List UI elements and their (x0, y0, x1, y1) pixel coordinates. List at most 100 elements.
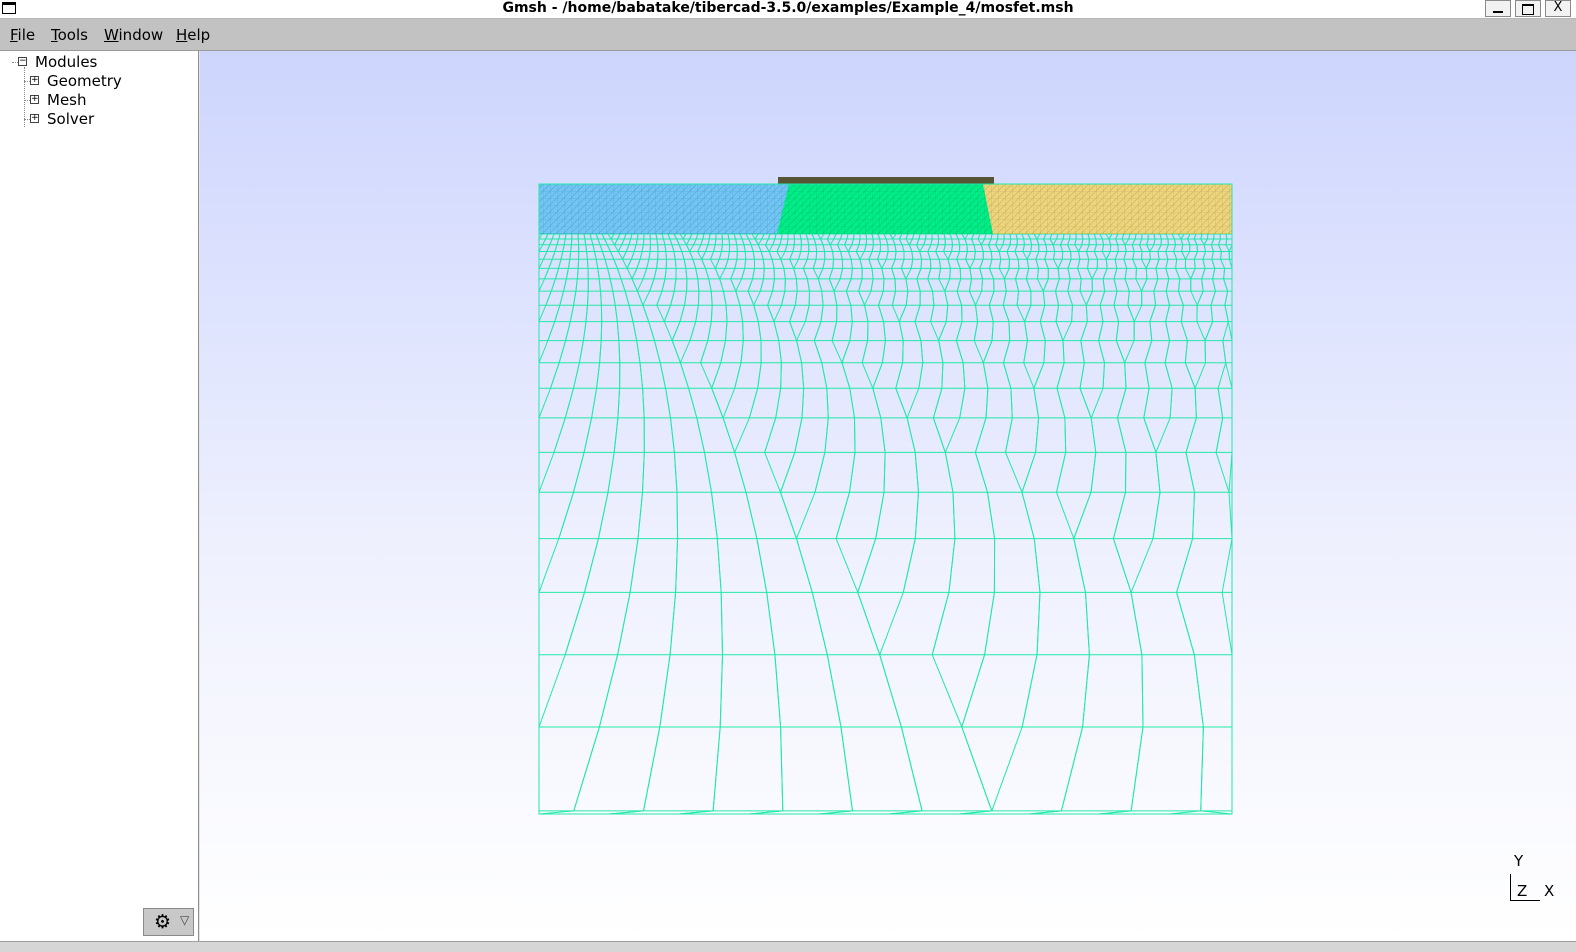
mesh-edge (928, 245, 931, 252)
mesh-edge (1044, 234, 1047, 239)
mesh-edge (952, 239, 953, 245)
mesh-edge (915, 305, 920, 321)
mesh-edge (965, 239, 967, 245)
tree-item-label: Mesh (47, 91, 87, 109)
minimize-button[interactable] (1485, 0, 1511, 17)
collapse-icon[interactable]: − (18, 57, 27, 66)
mesh-edge (764, 268, 765, 279)
mesh-edge (813, 259, 816, 268)
mesh-edge (1197, 322, 1205, 341)
menu-help[interactable]: Help (176, 26, 210, 44)
mesh-edge (945, 291, 948, 305)
options-menu-button[interactable]: ⚙ ▽ (143, 908, 194, 936)
mesh-edge (761, 252, 763, 260)
mesh-edge (1174, 252, 1177, 260)
mesh-edge (1212, 259, 1215, 268)
mesh-edge (812, 592, 827, 654)
mesh-edge (906, 234, 908, 239)
mesh-edge (790, 322, 797, 341)
mesh-edge (832, 322, 837, 341)
mesh-edge (862, 363, 873, 389)
mesh-edge (596, 259, 598, 268)
mesh-edge (1016, 279, 1019, 291)
mesh-edge (696, 234, 698, 239)
mesh-edge (1056, 291, 1059, 305)
mesh-edge (865, 291, 871, 305)
menu-file[interactable]: File (10, 26, 35, 44)
expand-icon[interactable]: + (30, 76, 39, 85)
mesh-edge (668, 234, 670, 239)
mesh-edge (1226, 363, 1232, 389)
mesh-edge (932, 655, 962, 727)
mesh-edge (1010, 239, 1011, 245)
mesh-edge (1132, 245, 1134, 252)
menu-tools[interactable]: Tools (51, 26, 88, 44)
mesh-edge (872, 268, 873, 279)
gate-oxide (778, 177, 994, 184)
mesh-edge (879, 305, 884, 321)
minimize-icon (1493, 11, 1503, 13)
mesh-edge (892, 291, 895, 305)
mesh-edge (1017, 305, 1025, 321)
mesh-edge (1223, 322, 1228, 341)
mesh-edge (1144, 418, 1156, 453)
expand-icon[interactable]: + (30, 114, 39, 123)
mesh-edge (848, 245, 851, 252)
mesh-edge (1154, 239, 1155, 245)
mesh-edge (1118, 388, 1127, 418)
mesh-edge (992, 322, 993, 341)
mesh-edge (806, 234, 808, 239)
mesh-edge (588, 291, 589, 305)
mesh-edge (539, 279, 545, 291)
mesh-edge (1223, 341, 1226, 363)
mesh-canvas[interactable] (200, 51, 1576, 941)
mesh-edge (1166, 291, 1169, 305)
mesh-edge (564, 279, 567, 291)
mesh-edge (1202, 268, 1205, 279)
menu-window[interactable]: Window (104, 26, 163, 44)
mesh-edge (751, 245, 753, 252)
mesh-edge (760, 279, 763, 291)
mesh-edge (717, 539, 721, 593)
maximize-button[interactable] (1515, 0, 1541, 17)
mesh-edge (1087, 245, 1090, 252)
mesh-edge (608, 452, 614, 492)
mesh-edge (623, 252, 627, 260)
title-bar[interactable]: Gmsh - /home/babatake/tibercad-3.5.0/exa… (0, 0, 1576, 19)
mesh-edge (1086, 291, 1092, 305)
mesh-edge (715, 268, 719, 279)
mesh-edge (931, 322, 939, 341)
status-bar (0, 941, 1576, 952)
mesh-edge (1176, 268, 1180, 279)
mesh-edge (586, 305, 588, 321)
mesh-edge (1036, 418, 1039, 453)
mesh-edge (1028, 234, 1030, 239)
mesh-edge (1165, 341, 1170, 363)
mesh-edge (1003, 305, 1009, 321)
mesh-edge (869, 252, 872, 260)
mesh-edge (711, 305, 712, 321)
mesh-edge (878, 252, 881, 260)
mesh-edge (724, 291, 727, 305)
mesh-edge (689, 388, 697, 418)
mesh-edge (550, 239, 552, 245)
mesh-edge (1060, 239, 1063, 245)
mesh-edge (1057, 363, 1064, 389)
mesh-edge (640, 363, 643, 389)
mesh-edge (769, 252, 772, 260)
mesh-edge (790, 259, 794, 268)
expand-icon[interactable]: + (30, 95, 39, 104)
mesh-edge (565, 388, 573, 418)
mesh-edge (598, 492, 608, 538)
mesh-edge (970, 259, 975, 268)
close-button[interactable]: X (1545, 0, 1571, 17)
mesh-edge (1060, 245, 1062, 252)
mesh-edge (1075, 239, 1076, 245)
mesh-edge (539, 655, 565, 727)
mesh-edge (781, 492, 797, 538)
mesh-edge (1063, 234, 1064, 239)
mesh-edge (1017, 291, 1019, 305)
graphics-viewport[interactable]: Y Z X (200, 51, 1576, 941)
mesh-edge (748, 279, 753, 291)
mesh-edge (593, 245, 595, 252)
